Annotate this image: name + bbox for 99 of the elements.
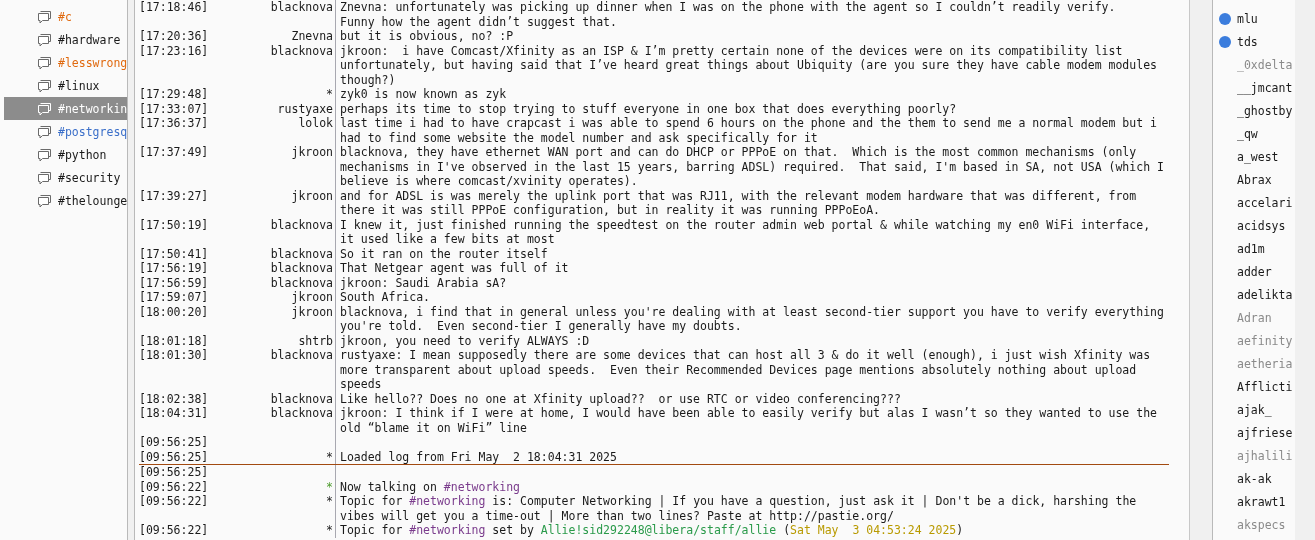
user-item[interactable]: _ghostby: [1213, 99, 1295, 122]
channel-item[interactable]: #linux: [4, 74, 127, 97]
user-item[interactable]: ak-ak: [1213, 467, 1295, 490]
timestamp: [17:29:48]: [139, 87, 209, 102]
message-text: I knew it, just finished running the speedtest on the router admin web portal & while watching my en0 WiFi interface, it used like a few bits at most: [340, 217, 1152, 246]
timestamp: [09:56:22]: [139, 523, 209, 538]
message-text: So it ran on the router itself: [340, 246, 548, 261]
message-text: jkroon: i have Comcast/Xfinity as an ISP & I’m pretty certain none of the devices were on its compatibility list unfortunately, but having said that I’ve heard great things about Ubiquity (are you sure they have cable modem modules though?): [340, 43, 1158, 87]
timestamp: [17:20:36]: [139, 29, 209, 44]
user-item[interactable]: acidsys: [1213, 214, 1295, 237]
timestamp: [17:36:37]: [139, 116, 209, 132]
user-item[interactable]: ajak_: [1213, 398, 1295, 421]
timestamp: [17:56:19]: [139, 261, 209, 276]
user-item[interactable]: adelikta: [1213, 283, 1295, 306]
message-text: and for ADSL is was merely the uplink port that was RJ11, with the relevant modem hardware that was different, from there it was still PPPoE configuration, but in reality it was running PPPoEoA.: [340, 188, 1138, 217]
nick: blacknova: [270, 406, 333, 420]
message-text: but it is obvious, no? :P: [340, 29, 514, 43]
user-item[interactable]: mlu: [1213, 7, 1295, 30]
message-text: jkroon: I think if I were at home, I would have been able to easily verify but alas I wasn’t so they wanted to use the old “blame it on WiFi” line: [340, 406, 1158, 435]
timestamp: [17:56:59]: [139, 275, 209, 290]
timestamp: [17:18:46]: [139, 0, 209, 16]
chat-bubble-icon: [37, 193, 52, 208]
nick: jkroon: [291, 290, 333, 304]
message-text: blacknova, i find that in general unless you're dealing with at least second-tier support you have to verify everything you're told. Even second-tier I generally have my doubts.: [340, 304, 1165, 333]
timestamp: [09:56:25]: [139, 465, 209, 480]
nick: shtrb: [298, 333, 333, 348]
nick: blacknova: [270, 391, 333, 406]
message-text: jkroon: Saudi Arabia sA?: [340, 275, 507, 290]
channel-item[interactable]: #thelounge: [4, 189, 127, 212]
timestamp: [18:00:20]: [139, 304, 209, 321]
user-item[interactable]: akrawt1: [1213, 490, 1295, 513]
timestamp: [09:56:22]: [139, 494, 209, 510]
timestamp: [17:59:07]: [139, 290, 209, 305]
nick: *: [326, 87, 333, 101]
nick: blacknova: [270, 261, 333, 275]
user-item[interactable]: _qw: [1213, 122, 1295, 145]
message-text: zyk0 is now known as zyk: [340, 87, 507, 101]
nick: blacknova: [270, 246, 333, 261]
chat-bubble-icon: [37, 101, 52, 116]
nick: lolok: [298, 116, 333, 130]
timestamp: [09:56:22]: [139, 479, 209, 494]
user-item[interactable]: ajfriese: [1213, 421, 1295, 444]
nick: blacknova: [270, 43, 333, 58]
timestamp: [17:37:49]: [139, 145, 209, 161]
chat-bubble-icon: [37, 9, 52, 24]
channel-item[interactable]: #security: [4, 166, 127, 189]
timestamp: [09:56:25]: [139, 449, 209, 464]
nick: Znevna: [291, 29, 333, 43]
nick: jkroon: [291, 304, 333, 319]
user-item[interactable]: Adran: [1213, 306, 1295, 329]
chat-bubble-icon: [37, 78, 52, 93]
timestamp: [18:01:30]: [139, 348, 209, 364]
message-text: rustyaxe: I mean supposedly there are some devices that can host all 3 & do it well (enough), i just wish Xfinity was more transparent about upload speeds. Even their Recommended Devices page mentions absolutely nothing about upload speeds: [340, 348, 1152, 391]
timestamp: [18:02:38]: [139, 391, 209, 406]
nick: blacknova: [270, 217, 333, 232]
timestamp: [17:33:07]: [139, 101, 209, 116]
user-item[interactable]: __jmcant: [1213, 76, 1295, 99]
channel-item[interactable]: #hardware: [4, 28, 127, 51]
nick: *: [326, 523, 333, 537]
user-item[interactable]: ad1m: [1213, 237, 1295, 260]
nick: blacknova: [270, 348, 333, 362]
channel-item[interactable]: #python: [4, 143, 127, 166]
message-text: South Africa.: [340, 290, 430, 304]
user-item[interactable]: Abrax: [1213, 168, 1295, 191]
chat-bubble-icon: [37, 32, 52, 47]
nick: *: [326, 494, 333, 508]
nick: jkroon: [291, 145, 333, 159]
timestamp: [09:56:25]: [139, 435, 209, 450]
chat-bubble-icon: [37, 147, 52, 162]
nick: *: [326, 479, 333, 494]
chat-bubble-icon: [37, 170, 52, 185]
user-item[interactable]: Afflicti: [1213, 375, 1295, 398]
nick: blacknova: [270, 0, 333, 14]
nick: rustyaxe: [277, 101, 333, 116]
message-text: That Netgear agent was full of it: [340, 261, 569, 275]
message-text: perhaps its time to stop trying to stuff everyone in one box that does everything poorly?: [340, 101, 957, 116]
message-text: Like hello?? Does no one at Xfinity upload?? or use RTC or video conferencing???: [340, 391, 901, 406]
chat-bubble-icon: [37, 55, 52, 70]
timestamp: [18:04:31]: [139, 406, 209, 422]
channel-item[interactable]: #postgresq: [4, 120, 127, 143]
nick: *: [326, 449, 333, 464]
user-item[interactable]: a_west: [1213, 145, 1295, 168]
timestamp: [17:50:19]: [139, 217, 209, 234]
user-item[interactable]: accelari: [1213, 191, 1295, 214]
nick: jkroon: [291, 188, 333, 203]
message-text: Topic for #networking set by Allie!sid292248@libera/staff/allie (Sat May 3 04:53:24 2025): [340, 523, 964, 537]
user-item[interactable]: adder: [1213, 260, 1295, 283]
message-text: blacknova, they have ethernet WAN port and can do DHCP or PPPoE on that. Which is the most common mechanisms (only mechanisms in I've observed in the last 15 years, barring ADSL) required. That said, I'm based in SA, not USA (which I believe is where comcast/xvinity operates).: [340, 145, 1165, 188]
nick: blacknova: [270, 275, 333, 290]
message-text: Znevna: unfortunately was picking up dinner when I was on the phone with the agent so I couldn’t readily verify. Funny how the agent didn’t suggest that.: [340, 0, 1116, 29]
message-text: jkroon, you need to verify ALWAYS :D: [340, 333, 590, 348]
message-text: Now talking on #networking: [340, 479, 521, 494]
timestamp: [17:39:27]: [139, 188, 209, 205]
timestamp: [17:23:16]: [139, 43, 209, 60]
timestamp: [17:50:41]: [139, 246, 209, 261]
message-text: Loaded log from Fri May 2 18:04:31 2025: [340, 449, 617, 464]
chat-bubble-icon: [37, 124, 52, 139]
timestamp: [18:01:18]: [139, 333, 209, 348]
user-item[interactable]: tds: [1213, 30, 1295, 53]
